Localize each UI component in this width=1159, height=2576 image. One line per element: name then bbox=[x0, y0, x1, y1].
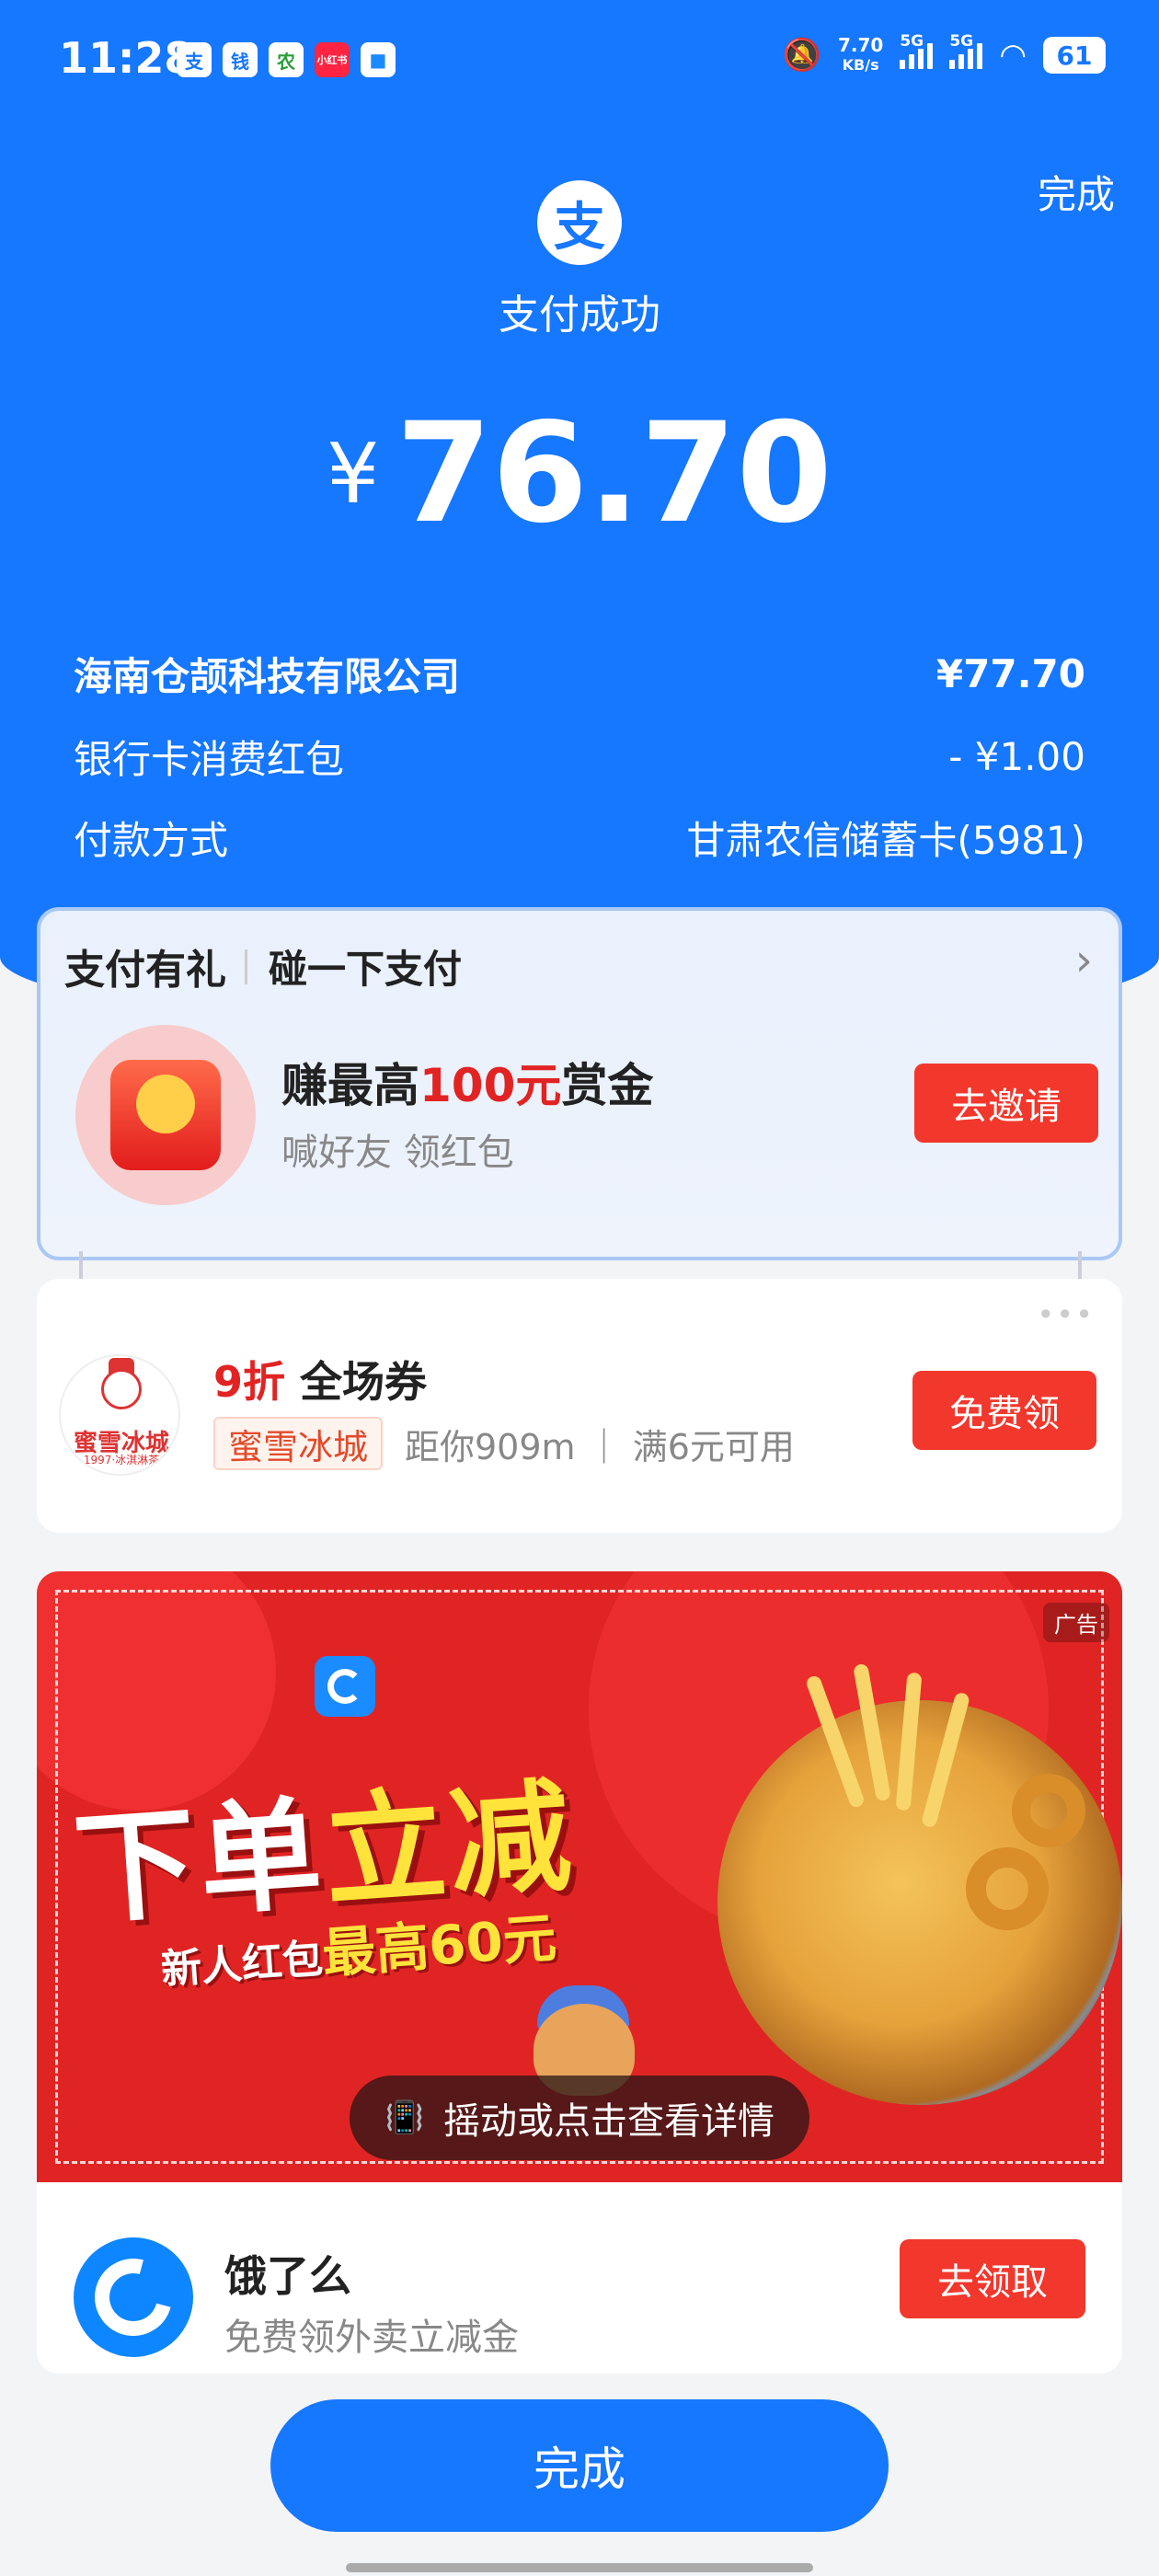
claim-button[interactable]: 去领取 bbox=[900, 2239, 1085, 2318]
detail-label: 付款方式 bbox=[74, 817, 229, 863]
ad-banner[interactable]: 广告 下单立减 新人红包最高60元 📳 摇动或点击查看详情 bbox=[37, 1571, 1122, 2182]
status-time: 11:28 bbox=[59, 33, 194, 83]
mixue-logo: 蜜雪冰城 1997·冰淇淋茶 bbox=[59, 1354, 180, 1476]
alipay-logo-icon: 支 bbox=[537, 180, 622, 265]
payment-amount: ¥76.70 bbox=[0, 394, 1159, 554]
detail-value: 甘肃农信储蓄卡(5981) bbox=[686, 817, 1085, 863]
onion-ring-image bbox=[1012, 1774, 1085, 1847]
ad-cta-pill[interactable]: 📳 摇动或点击查看详情 bbox=[350, 2076, 809, 2160]
gift-card-subtitle: 碰一下支付 bbox=[269, 947, 463, 992]
detail-row-merchant: 海南仓颉科技有限公司 ¥77.70 bbox=[74, 646, 1085, 701]
detail-value: ¥77.70 bbox=[935, 650, 1085, 696]
payment-gift-card[interactable]: 支付有礼 碰一下支付 › 赚最高100元赏金 喊好友 领红包 去邀请 bbox=[37, 907, 1122, 1260]
ad-card[interactable]: 广告 下单立减 新人红包最高60元 📳 摇动或点击查看详情 饿了么 免费领外卖立… bbox=[37, 1571, 1122, 2374]
chevron-right-icon[interactable]: › bbox=[1075, 935, 1093, 986]
payment-status: 支付成功 bbox=[499, 292, 660, 339]
done-link[interactable]: 完成 bbox=[1038, 164, 1115, 220]
eleme-logo-icon bbox=[74, 2237, 193, 2357]
detail-label: 银行卡消费红包 bbox=[74, 736, 345, 782]
detail-row-discount: 银行卡消费红包 - ¥1.00 bbox=[74, 729, 1085, 784]
fried-food-image bbox=[717, 1700, 1122, 2105]
app-notification-icon-2: ■ bbox=[361, 42, 396, 77]
red-envelope-icon bbox=[75, 1025, 256, 1205]
done-button[interactable]: 完成 bbox=[270, 2399, 889, 2532]
bank-notification-icon: 农 bbox=[269, 42, 304, 77]
coupon-card[interactable]: ••• 蜜雪冰城 1997·冰淇淋茶 9折 全场券 蜜雪冰城 距你909m ｜ … bbox=[37, 1279, 1122, 1533]
wifi-icon: ◠ bbox=[999, 37, 1027, 74]
alipay-notification-icon: 支 bbox=[177, 42, 212, 77]
home-indicator[interactable] bbox=[346, 2563, 813, 2572]
amount-value: 76.70 bbox=[396, 394, 832, 554]
xiaohongshu-notification-icon: 小红书 bbox=[315, 42, 350, 77]
net-speed: 7.70 KB/s bbox=[837, 34, 884, 74]
more-options-icon[interactable]: ••• bbox=[1037, 1297, 1095, 1332]
shake-phone-icon: 📳 bbox=[384, 2099, 425, 2136]
signal-icon: 5G bbox=[900, 32, 934, 69]
detail-row-payment-method: 付款方式 甘肃农信储蓄卡(5981) bbox=[74, 810, 1085, 865]
status-indicators: 🔕 7.70 KB/s 5G 5G ◠ 61 bbox=[782, 32, 1106, 75]
ad-advertiser-name: 饿了么 bbox=[224, 2251, 351, 2301]
title-divider bbox=[245, 949, 247, 984]
currency-symbol: ¥ bbox=[327, 426, 380, 523]
coupon-title: 9折 全场券 bbox=[213, 1357, 428, 1407]
mute-icon: 🔕 bbox=[782, 37, 821, 74]
brand-tag: 蜜雪冰城 bbox=[213, 1417, 384, 1470]
detail-label: 海南仓颉科技有限公司 bbox=[74, 653, 461, 699]
battery-icon: 61 bbox=[1043, 37, 1106, 74]
detail-value: - ¥1.00 bbox=[948, 733, 1085, 779]
app-notification-icon: 钱 bbox=[223, 42, 258, 77]
gift-card-headline: 赚最高100元赏金 bbox=[281, 1059, 654, 1112]
gift-card-description: 喊好友 领红包 bbox=[281, 1132, 514, 1174]
claim-free-button[interactable]: 免费领 bbox=[912, 1371, 1096, 1450]
invite-button[interactable]: 去邀请 bbox=[914, 1064, 1098, 1143]
ad-description: 免费领外卖立减金 bbox=[224, 2317, 519, 2359]
onion-ring-image bbox=[966, 1847, 1049, 1930]
gift-card-title: 支付有礼 bbox=[64, 947, 226, 994]
ad-label[interactable]: 广告 bbox=[1043, 1603, 1109, 1642]
eleme-small-icon bbox=[315, 1656, 375, 1717]
signal-icon-2: 5G bbox=[949, 32, 983, 69]
coupon-info: 距你909m ｜ 满6元可用 bbox=[405, 1427, 795, 1467]
